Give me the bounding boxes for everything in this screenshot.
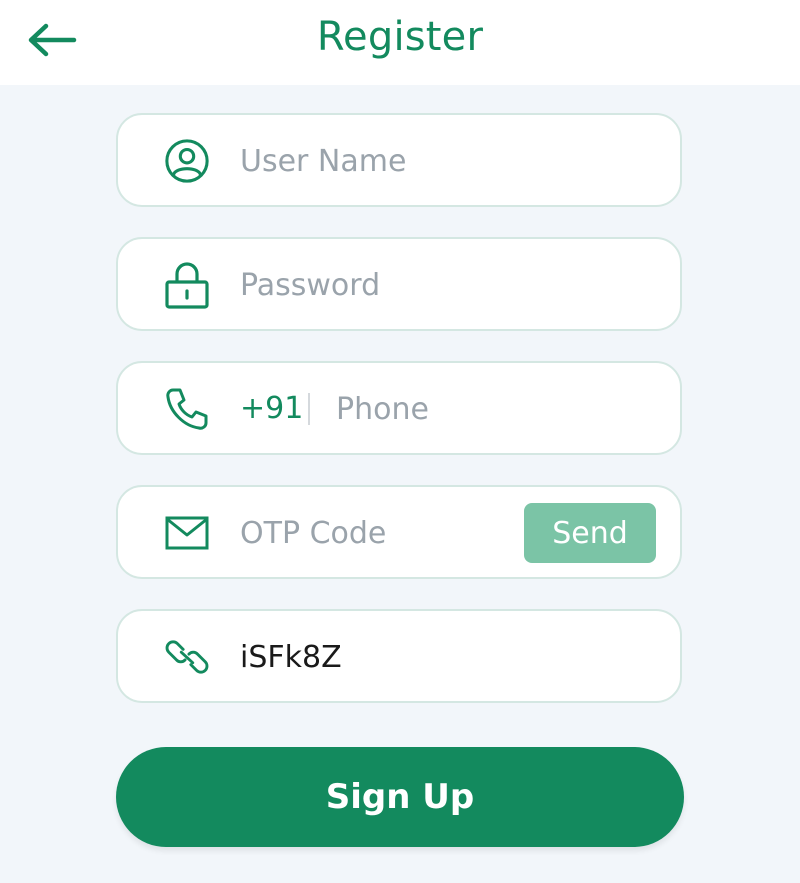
phone-field[interactable]: +91 [116, 361, 682, 455]
country-code[interactable]: +91 [240, 391, 303, 426]
user-icon [164, 138, 210, 184]
lock-icon [164, 262, 210, 309]
phone-icon [164, 386, 210, 432]
phone-input[interactable] [336, 385, 636, 433]
username-field[interactable] [116, 113, 682, 207]
otp-field[interactable]: Send [116, 485, 682, 579]
otp-input[interactable] [240, 509, 510, 557]
app-header: Register [0, 0, 800, 85]
sign-up-button[interactable]: Sign Up [116, 747, 684, 847]
username-input[interactable] [240, 137, 640, 185]
link-icon [164, 634, 210, 680]
password-input[interactable] [240, 261, 640, 309]
password-field[interactable] [116, 237, 682, 331]
divider [308, 393, 310, 425]
invite-code-field[interactable] [116, 609, 682, 703]
send-otp-button[interactable]: Send [524, 503, 656, 563]
mail-icon [164, 510, 210, 556]
page-title: Register [316, 14, 484, 60]
invite-code-input[interactable] [240, 633, 640, 681]
